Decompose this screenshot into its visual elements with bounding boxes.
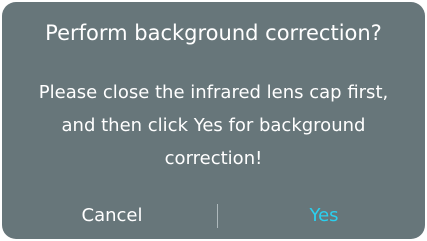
button-divider	[217, 204, 218, 228]
cancel-button[interactable]: Cancel	[42, 199, 182, 233]
dialog-title: Perform background correction?	[45, 21, 382, 45]
message-line-1: Please close the infrared lens cap first…	[38, 82, 389, 103]
message-line-3: correction!	[164, 148, 263, 169]
confirm-dialog: Perform background correction? Please cl…	[2, 2, 425, 239]
yes-button[interactable]: Yes	[254, 199, 394, 233]
dialog-message: Please close the infrared lens cap first…	[2, 76, 425, 175]
message-line-2: and then click Yes for background	[61, 115, 366, 136]
